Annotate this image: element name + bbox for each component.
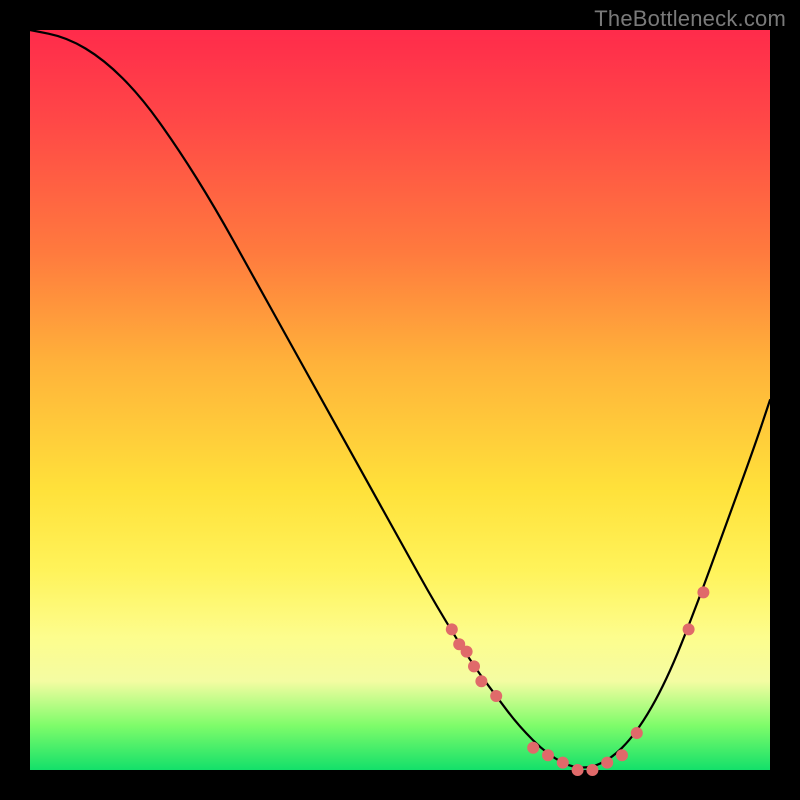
chart-marker [601,757,613,769]
chart-marker [461,646,473,658]
chart-markers-group [446,586,710,776]
chart-marker [586,764,598,776]
chart-marker [542,749,554,761]
chart-marker [572,764,584,776]
chart-marker [446,623,458,635]
chart-frame: TheBottleneck.com [0,0,800,800]
chart-marker [616,749,628,761]
chart-marker [468,660,480,672]
attribution-label: TheBottleneck.com [594,6,786,32]
chart-marker [527,742,539,754]
chart-marker [683,623,695,635]
chart-marker [697,586,709,598]
chart-marker [557,757,569,769]
chart-marker [475,675,487,687]
chart-marker [631,727,643,739]
chart-marker [490,690,502,702]
chart-svg [30,30,770,770]
bottleneck-curve-path [30,30,770,768]
